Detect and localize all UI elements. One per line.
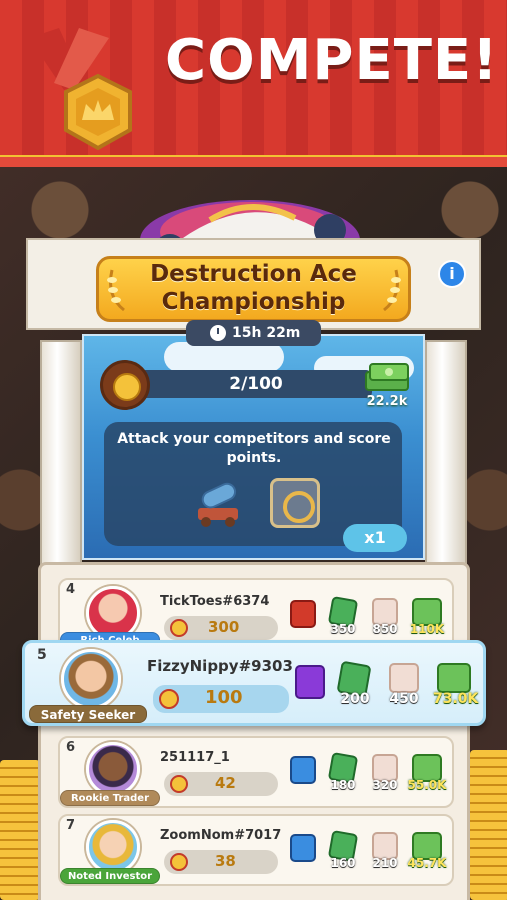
target-icon[interactable] xyxy=(270,478,320,528)
player-title-badge: Rookie Trader xyxy=(60,790,160,806)
player-title-badge: Noted Investor xyxy=(60,868,160,884)
rank-number: 5 xyxy=(37,647,47,663)
event-title-line2: Championship xyxy=(161,289,346,315)
player-name: TickToes#6374 xyxy=(160,594,270,609)
dice-icon xyxy=(389,663,419,693)
left-pillar xyxy=(40,340,82,570)
dice-count: 450 xyxy=(389,691,419,707)
coin-stack-left xyxy=(0,760,40,900)
rank-number: 4 xyxy=(66,582,76,597)
card-pack-icon xyxy=(295,665,325,699)
progress-medal-icon xyxy=(100,360,150,410)
card-pack-icon xyxy=(290,600,316,628)
score-medal-icon xyxy=(170,853,188,871)
score-medal-icon xyxy=(170,619,188,637)
multiplier-button[interactable]: x1 xyxy=(343,524,407,552)
score-medal-icon xyxy=(170,775,188,793)
card-count: 160 xyxy=(330,856,356,870)
card-pack-icon xyxy=(290,756,316,784)
info-button[interactable]: i xyxy=(438,260,466,288)
score-medal-icon xyxy=(159,689,179,709)
player-score: 42 xyxy=(215,774,236,792)
avatar xyxy=(86,742,140,796)
card-count: 350 xyxy=(330,622,356,636)
leaderboard-row-current-player[interactable]: 5 Safety Seeker FizzyNippy#9303 100 200 … xyxy=(22,640,486,726)
timer-text: 15h 22m xyxy=(232,325,301,341)
cash-amount: 110K xyxy=(409,622,445,636)
clock-icon xyxy=(210,325,226,341)
player-name: FizzyNippy#9303 xyxy=(147,657,293,675)
leaderboard-row[interactable]: 6 Rookie Trader 251117_1 42 180 320 55.0… xyxy=(58,736,454,808)
coin-stack-right xyxy=(470,750,507,900)
progress-text: 2/100 xyxy=(229,374,283,394)
avatar xyxy=(61,649,121,709)
player-score: 38 xyxy=(215,852,236,870)
right-pillar xyxy=(425,340,467,570)
card-pack-icon xyxy=(290,834,316,862)
player-name: 251117_1 xyxy=(160,750,230,765)
dice-count: 210 xyxy=(372,856,398,870)
avatar xyxy=(86,820,140,874)
cannon-icon xyxy=(198,482,238,527)
medal-icon xyxy=(64,73,132,151)
cash-amount: 55.0K xyxy=(407,778,447,792)
player-title-badge: Safety Seeker xyxy=(29,705,147,723)
event-title-line1: Destruction Ace xyxy=(150,261,357,287)
cash-icon xyxy=(437,663,471,693)
card-count: 180 xyxy=(330,778,356,792)
leaderboard-row[interactable]: 7 Noted Investor ZoomNom#7017 38 160 210… xyxy=(58,814,454,886)
event-title: Destruction Ace Championship xyxy=(106,260,401,316)
progress-bar: 2/100 xyxy=(140,370,372,398)
rank-number: 6 xyxy=(66,740,76,755)
task-description: Attack your competitors and score points… xyxy=(117,431,391,466)
cloud xyxy=(164,342,284,372)
event-timer: 15h 22m xyxy=(186,320,321,346)
cash-amount: 73.0K xyxy=(433,691,479,707)
reward-amount: 22.2k xyxy=(366,394,408,409)
player-score: 300 xyxy=(208,618,240,636)
player-score: 100 xyxy=(205,687,243,708)
rank-number: 7 xyxy=(66,818,76,833)
player-name: ZoomNom#7017 xyxy=(160,828,282,843)
dice-count: 320 xyxy=(372,778,398,792)
card-count: 200 xyxy=(340,691,370,707)
cash-stack-icon[interactable] xyxy=(362,358,412,394)
page-title: COMPETE! xyxy=(165,28,499,93)
dice-count: 850 xyxy=(372,622,398,636)
cash-amount: 45.7K xyxy=(407,856,447,870)
